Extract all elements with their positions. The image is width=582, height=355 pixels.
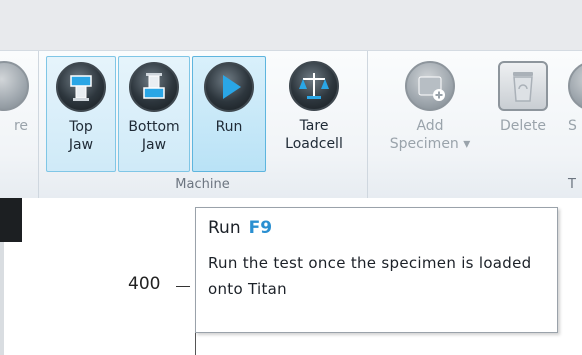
dark-panel-edge xyxy=(0,198,22,242)
top-jaw-button[interactable]: Top Jaw xyxy=(46,56,116,172)
partial-ribbon-button[interactable]: re xyxy=(0,56,38,172)
bottom-jaw-icon xyxy=(129,62,179,112)
group-label-machine: Machine xyxy=(175,177,230,192)
add-specimen-label: Add Specimen ▾ xyxy=(389,118,471,152)
add-specimen-icon xyxy=(405,61,455,111)
delete-label: Delete xyxy=(500,118,546,134)
ribbon-toolbar: re Top Jaw Bottom Jaw Run Tare Loadcell … xyxy=(0,50,582,199)
left-panel-strip xyxy=(0,242,4,355)
tooltip-description: Run the test once the specimen is loaded… xyxy=(208,254,532,298)
tare-loadcell-label: Tare Loadcell xyxy=(285,118,343,152)
group-label-right: T xyxy=(568,177,576,192)
run-icon xyxy=(204,62,254,112)
partial-button-icon xyxy=(0,61,29,111)
y-tick-mark xyxy=(176,286,190,287)
partial-button-label: re xyxy=(13,118,29,134)
tooltip-title: Run xyxy=(208,218,241,238)
partial-right-button[interactable]: S xyxy=(560,56,582,172)
window-title-bar xyxy=(0,0,582,50)
top-jaw-label: Top Jaw xyxy=(68,119,94,153)
partial-right-label: S xyxy=(568,118,577,134)
tare-loadcell-icon xyxy=(289,61,339,111)
run-label: Run xyxy=(215,119,243,135)
y-tick-label: 400 xyxy=(128,274,161,294)
delete-button[interactable]: Delete xyxy=(488,56,558,172)
add-specimen-button[interactable]: Add Specimen ▾ xyxy=(382,56,478,172)
delete-icon xyxy=(498,61,548,111)
bottom-jaw-button[interactable]: Bottom Jaw xyxy=(118,56,190,172)
tare-loadcell-button[interactable]: Tare Loadcell xyxy=(272,56,356,172)
tooltip-shortcut: F9 xyxy=(248,218,273,238)
bottom-jaw-label: Bottom Jaw xyxy=(128,119,180,153)
top-jaw-icon xyxy=(56,62,106,112)
group-separator xyxy=(367,51,368,198)
group-separator xyxy=(38,51,39,198)
partial-right-icon xyxy=(568,61,582,111)
run-button[interactable]: Run xyxy=(192,56,266,172)
run-tooltip: Run F9 Run the test once the specimen is … xyxy=(195,207,558,333)
